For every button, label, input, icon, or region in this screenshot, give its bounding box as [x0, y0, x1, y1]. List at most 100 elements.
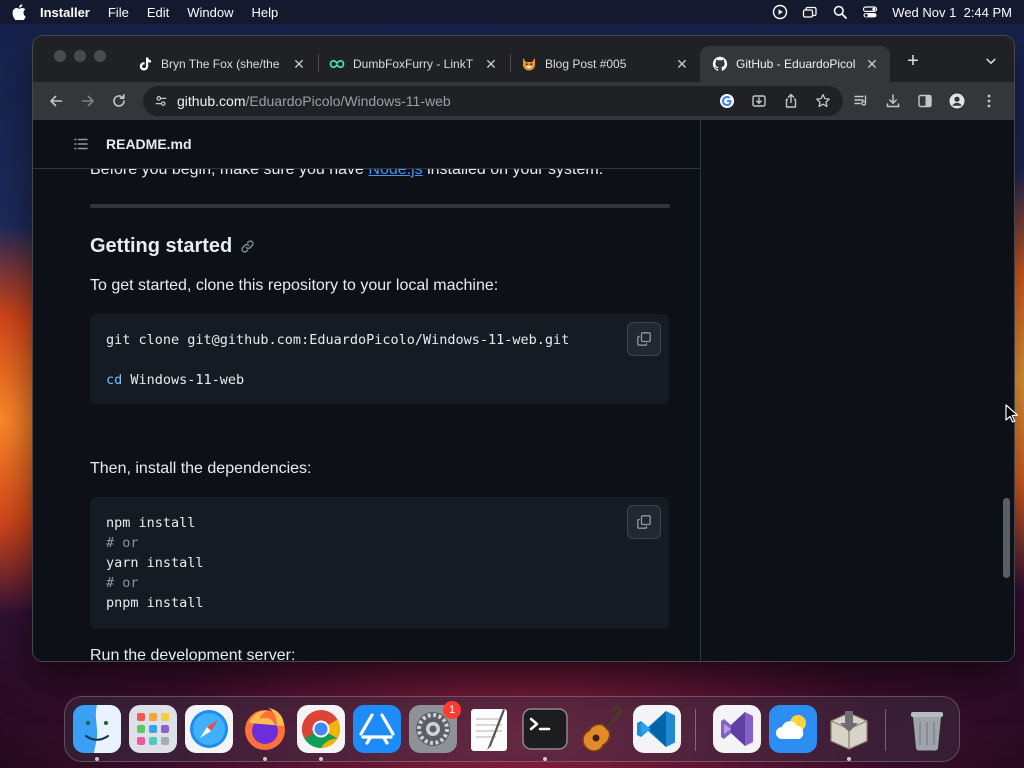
dock-textedit[interactable]: [465, 705, 513, 753]
dock-firefox[interactable]: [241, 705, 289, 753]
link-anchor-icon[interactable]: [240, 238, 256, 254]
browser-toolbar: github.com/EduardoPicolo/Windows-11-web: [33, 82, 1014, 120]
close-tab-icon[interactable]: ✕: [291, 56, 307, 72]
menu-bar: Installer File Edit Window Help Wed Nov …: [0, 0, 1024, 24]
dock-vscode[interactable]: [633, 705, 681, 753]
code-comment: # or: [106, 535, 139, 551]
tab-label: Blog Post #005: [545, 57, 627, 71]
tab-label: GitHub - EduardoPicol: [736, 57, 856, 71]
dock-separator: [885, 709, 886, 751]
dock-terminal[interactable]: [521, 705, 569, 753]
clone-code-block[interactable]: git clone git@github.com:EduardoPicolo/W…: [90, 314, 669, 404]
dock-launchpad[interactable]: [129, 705, 177, 753]
forward-button[interactable]: [77, 90, 99, 112]
window-controls: [54, 50, 106, 62]
running-indicator: [543, 757, 547, 761]
site-info-icon[interactable]: [153, 93, 169, 109]
running-indicator: [263, 757, 267, 761]
code-line: pnpm install: [106, 595, 204, 611]
side-panel-icon[interactable]: [915, 91, 935, 111]
outline-list-icon[interactable]: [73, 136, 89, 152]
close-tab-icon[interactable]: ✕: [864, 56, 880, 72]
heading-text: Getting started: [90, 234, 233, 257]
scrollbar-thumb[interactable]: [1003, 498, 1010, 578]
minimize-window-button[interactable]: [74, 50, 86, 62]
new-tab-button[interactable]: +: [901, 49, 925, 73]
getting-started-heading: Getting started: [90, 232, 256, 260]
chrome-icon: [297, 705, 345, 753]
install-app-icon[interactable]: [749, 91, 769, 111]
readme-file-header: README.md: [33, 120, 700, 169]
reading-list-icon[interactable]: [851, 91, 871, 111]
finder-icon: [73, 705, 121, 753]
control-center-icon[interactable]: [862, 4, 878, 20]
reload-button[interactable]: [108, 90, 130, 112]
profile-avatar-icon[interactable]: [947, 91, 967, 111]
tab-search-button[interactable]: [981, 51, 1001, 71]
dock-system-settings[interactable]: 1: [409, 701, 461, 753]
dock: 1: [64, 696, 960, 762]
tab-blog-post[interactable]: Blog Post #005 ✕: [509, 46, 700, 82]
downloads-icon[interactable]: [883, 91, 903, 111]
close-window-button[interactable]: [54, 50, 66, 62]
dock-garageband[interactable]: [577, 705, 625, 753]
dock-visual-studio[interactable]: [713, 705, 761, 753]
close-tab-icon[interactable]: ✕: [483, 56, 499, 72]
screen-record-icon[interactable]: [772, 4, 788, 20]
weather-icon: [769, 705, 817, 753]
zoom-window-button[interactable]: [94, 50, 106, 62]
safari-icon: [185, 705, 233, 753]
dock-chrome[interactable]: [297, 705, 345, 753]
url-host: github.com: [177, 93, 246, 109]
close-tab-icon[interactable]: ✕: [674, 56, 690, 72]
deps-code-block[interactable]: npm install # or yarn install # or pnpm …: [90, 497, 669, 629]
apple-menu-icon[interactable]: [12, 4, 26, 20]
bookmark-star-icon[interactable]: [813, 91, 833, 111]
share-icon[interactable]: [781, 91, 801, 111]
dock-safari[interactable]: [185, 705, 233, 753]
dev-server-instructions: Run the development server:: [90, 647, 296, 661]
menu-window[interactable]: Window: [187, 5, 233, 20]
readme-filename: README.md: [106, 136, 192, 152]
notification-badge: 1: [443, 701, 461, 719]
code-line: cd Windows-11-web: [106, 370, 653, 390]
more-menu-icon[interactable]: [979, 91, 999, 111]
tab-bryn-the-fox[interactable]: Bryn The Fox (she/the ✕: [125, 46, 317, 82]
menu-app-name[interactable]: Installer: [40, 5, 90, 20]
mouse-cursor-icon: [1005, 404, 1019, 423]
dock-finder[interactable]: [73, 705, 121, 753]
page-scrollbar[interactable]: [999, 120, 1014, 661]
spotlight-search-icon[interactable]: [832, 4, 848, 20]
tab-strip: Bryn The Fox (she/the ✕ DumbFoxFurry - L…: [33, 36, 1014, 82]
menu-help[interactable]: Help: [251, 5, 278, 20]
dock-trash[interactable]: [903, 705, 951, 753]
tiktok-icon: [137, 56, 153, 72]
dock-installer[interactable]: [825, 705, 873, 753]
google-lens-icon[interactable]: [717, 91, 737, 111]
stage-manager-icon[interactable]: [802, 4, 818, 20]
tab-dumbfoxfurry-linktree[interactable]: DumbFoxFurry - LinkT ✕: [317, 46, 509, 82]
running-indicator: [319, 757, 323, 761]
launchpad-icon: [129, 705, 177, 753]
back-button[interactable]: [45, 90, 67, 112]
linktree-icon: [329, 56, 345, 72]
code-line: yarn install: [106, 555, 204, 571]
deps-instructions: Then, install the dependencies:: [90, 460, 312, 477]
code-comment: # or: [106, 575, 139, 591]
menu-file[interactable]: File: [108, 5, 129, 20]
vscode-icon: [633, 705, 681, 753]
clone-instructions: To get started, clone this repository to…: [90, 277, 499, 294]
tab-github[interactable]: GitHub - EduardoPicol ✕: [700, 46, 890, 82]
dock-app-store[interactable]: [353, 705, 401, 753]
menubar-clock[interactable]: Wed Nov 1 2:44 PM: [892, 5, 1012, 20]
copy-deps-code-button[interactable]: [627, 505, 661, 539]
browser-window: Bryn The Fox (she/the ✕ DumbFoxFurry - L…: [33, 36, 1014, 661]
code-keyword: cd: [106, 372, 123, 388]
menu-edit[interactable]: Edit: [147, 5, 169, 20]
dock-weather[interactable]: [769, 705, 817, 753]
code-line: git clone git@github.com:EduardoPicolo/W…: [106, 332, 570, 348]
running-indicator: [847, 757, 851, 761]
copy-clone-code-button[interactable]: [627, 322, 661, 356]
address-bar[interactable]: github.com/EduardoPicolo/Windows-11-web: [143, 86, 843, 116]
github-page: Before you begin, make sure you have Nod…: [33, 120, 1014, 661]
